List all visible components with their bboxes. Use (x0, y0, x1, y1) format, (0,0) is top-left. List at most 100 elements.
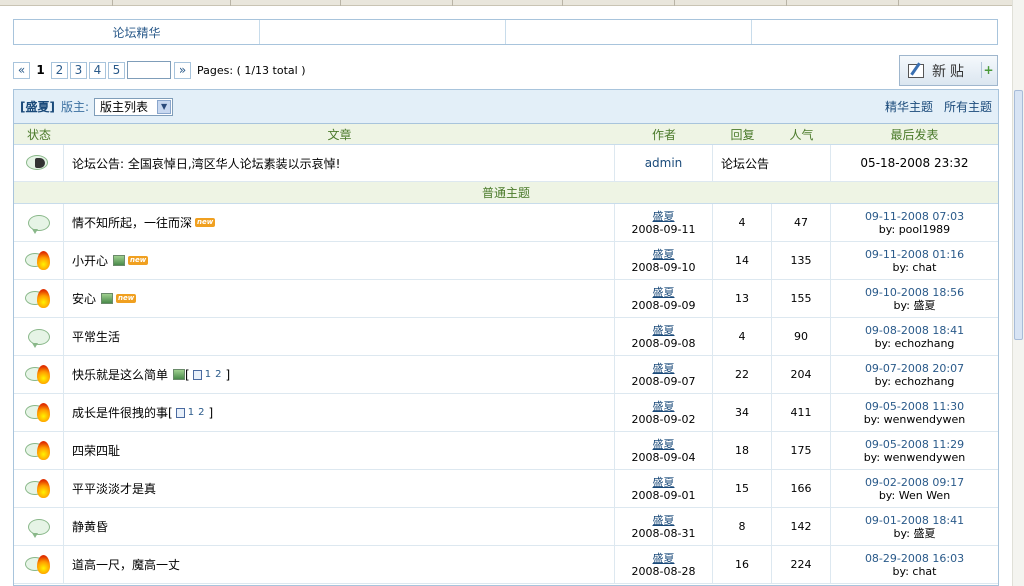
last-post-by: by: wenwendywen (863, 412, 966, 426)
topic-page-link[interactable]: 2 (215, 369, 221, 380)
topic-page-link[interactable]: 1 (205, 369, 211, 380)
pages-bracket-close: ] (208, 405, 214, 420)
topic-date: 2008-09-02 (631, 412, 696, 426)
last-post-time[interactable]: 09-11-2008 07:03 (865, 210, 964, 223)
topic-title[interactable]: 情不知所起，一往而深 (72, 214, 192, 231)
topic-title[interactable]: 道高一尺，魔高一丈 (72, 556, 180, 573)
last-post-by: by: chat (892, 564, 937, 578)
topic-views: 135 (772, 242, 831, 279)
last-post-time[interactable]: 09-07-2008 20:07 (865, 362, 964, 375)
all-topics-link[interactable]: 所有主题 (944, 98, 992, 115)
page-link[interactable]: 5 (108, 61, 125, 79)
forum-header: [盛夏] 版主: 版主列表 ▼ 精华主题 所有主题 (14, 90, 998, 124)
announcement-icon (25, 154, 52, 172)
col-author: 作者 (651, 127, 676, 142)
last-post-by: by: Wen Wen (878, 488, 951, 502)
topic-page-link[interactable]: 1 (188, 407, 194, 418)
first-page-button[interactable]: « (13, 61, 30, 79)
topic-title[interactable]: 平常生活 (72, 328, 120, 345)
browser-tab[interactable] (674, 0, 675, 6)
page-link[interactable]: 3 (70, 61, 87, 79)
scrollbar-thumb[interactable] (1014, 90, 1023, 340)
edit-icon (908, 63, 924, 78)
last-post-time[interactable]: 09-11-2008 01:16 (865, 248, 964, 261)
topic-author[interactable]: 盛夏 (653, 210, 675, 223)
chevron-down-icon[interactable]: ▼ (157, 99, 172, 114)
pagination: « 1 2 3 4 5 » Pages: ( 1/13 total ) (13, 61, 306, 79)
page-link[interactable]: 4 (89, 61, 106, 79)
new-post-label: 新贴 (932, 63, 968, 80)
announcement-author[interactable]: admin (645, 156, 683, 170)
topic-author[interactable]: 盛夏 (653, 248, 675, 261)
last-post-time[interactable]: 09-10-2008 18:56 (865, 286, 964, 299)
topic-title[interactable]: 静黄昏 (72, 518, 108, 535)
announcement-title[interactable]: 论坛公告: 全国哀悼日,湾区华人论坛素装以示哀悼! (72, 155, 340, 172)
topic-date: 2008-09-04 (631, 450, 696, 464)
browser-tab[interactable] (562, 0, 563, 6)
topic-replies: 13 (713, 280, 772, 317)
last-post-by: by: 盛夏 (893, 526, 936, 540)
plus-icon[interactable]: + (981, 62, 995, 78)
topic-page-link[interactable]: 2 (198, 407, 204, 418)
announcement-row: 论坛公告: 全国哀悼日,湾区华人论坛素装以示哀悼! admin 论坛公告 05-… (14, 145, 998, 182)
last-post-by: by: 盛夏 (893, 298, 936, 312)
topic-author[interactable]: 盛夏 (653, 552, 675, 565)
topic-date: 2008-09-01 (631, 488, 696, 502)
vertical-scrollbar[interactable] (1012, 0, 1024, 586)
topic-row: 安心 new 盛夏 2008-09-09 13 155 09-10-2008 18:56 by… (14, 280, 998, 318)
topic-author[interactable]: 盛夏 (653, 362, 675, 375)
topic-date: 2008-09-11 (631, 222, 696, 236)
topic-author[interactable]: 盛夏 (653, 476, 675, 489)
last-post-time[interactable]: 09-05-2008 11:29 (865, 438, 964, 451)
topic-title[interactable]: 安心 (72, 290, 96, 307)
last-post-by: by: wenwendywen (863, 450, 966, 464)
topic-title[interactable]: 快乐就是这么简单 (72, 366, 168, 383)
section-normal-topics: 普通主题 (14, 182, 998, 204)
col-last-post: 最后发表 (890, 127, 939, 142)
new-post-button[interactable]: 新贴 + (899, 55, 998, 86)
last-post-time[interactable]: 09-08-2008 18:41 (865, 324, 964, 337)
topic-views: 142 (772, 508, 831, 545)
topic-title[interactable]: 平平淡淡才是真 (72, 480, 156, 497)
last-post-time[interactable]: 09-01-2008 18:41 (865, 514, 964, 527)
browser-tab[interactable] (786, 0, 787, 6)
hot-topic-icon (24, 440, 53, 461)
digest-link[interactable]: 论坛精华 (14, 20, 260, 44)
topic-title[interactable]: 小开心 (72, 252, 108, 269)
topic-author[interactable]: 盛夏 (653, 286, 675, 299)
topic-row: 快乐就是这么简单 [1 2] 盛夏 2008-09-07 22 204 09-07-2008… (14, 356, 998, 394)
page-info: Pages: ( 1/13 total ) (197, 63, 306, 77)
last-post-time[interactable]: 09-05-2008 11:30 (865, 400, 964, 413)
browser-tab[interactable] (452, 0, 453, 6)
topic-replies: 4 (713, 204, 772, 241)
browser-tab[interactable] (112, 0, 113, 6)
topic-author[interactable]: 盛夏 (653, 400, 675, 413)
page-link[interactable]: 2 (51, 61, 68, 79)
digest-topics-link[interactable]: 精华主题 (885, 98, 933, 115)
browser-tab[interactable] (340, 0, 341, 6)
topic-replies: 4 (713, 318, 772, 355)
new-badge: new (128, 256, 149, 265)
pages-icon (175, 407, 185, 418)
topic-row: 平平淡淡才是真 盛夏 2008-09-01 15 166 09-02-2008 09:17… (14, 470, 998, 508)
col-status: 状态 (26, 127, 51, 142)
digest-cell (506, 20, 752, 44)
page-jump-input[interactable] (127, 61, 171, 79)
last-post-time[interactable]: 08-29-2008 16:03 (865, 552, 964, 565)
forum-name[interactable]: [盛夏] (20, 98, 55, 115)
last-page-button[interactable]: » (174, 61, 191, 79)
topic-row: 平常生活 盛夏 2008-09-08 4 90 09-08-2008 18:41 by: e… (14, 318, 998, 356)
topic-views: 90 (772, 318, 831, 355)
browser-tab[interactable] (898, 0, 899, 6)
topic-author[interactable]: 盛夏 (653, 324, 675, 337)
topic-author[interactable]: 盛夏 (653, 438, 675, 451)
last-post-time[interactable]: 09-02-2008 09:17 (865, 476, 964, 489)
browser-tab[interactable] (230, 0, 231, 6)
topic-title[interactable]: 成长是件很拽的事 (72, 404, 168, 421)
col-replies: 回复 (730, 127, 755, 142)
hot-topic-icon (24, 478, 53, 499)
topic-row: 四荣四耻 盛夏 2008-09-04 18 175 09-05-2008 11:29 by:… (14, 432, 998, 470)
topic-author[interactable]: 盛夏 (653, 514, 675, 527)
topic-title[interactable]: 四荣四耻 (72, 442, 120, 459)
moderator-select[interactable]: 版主列表 ▼ (94, 97, 174, 116)
